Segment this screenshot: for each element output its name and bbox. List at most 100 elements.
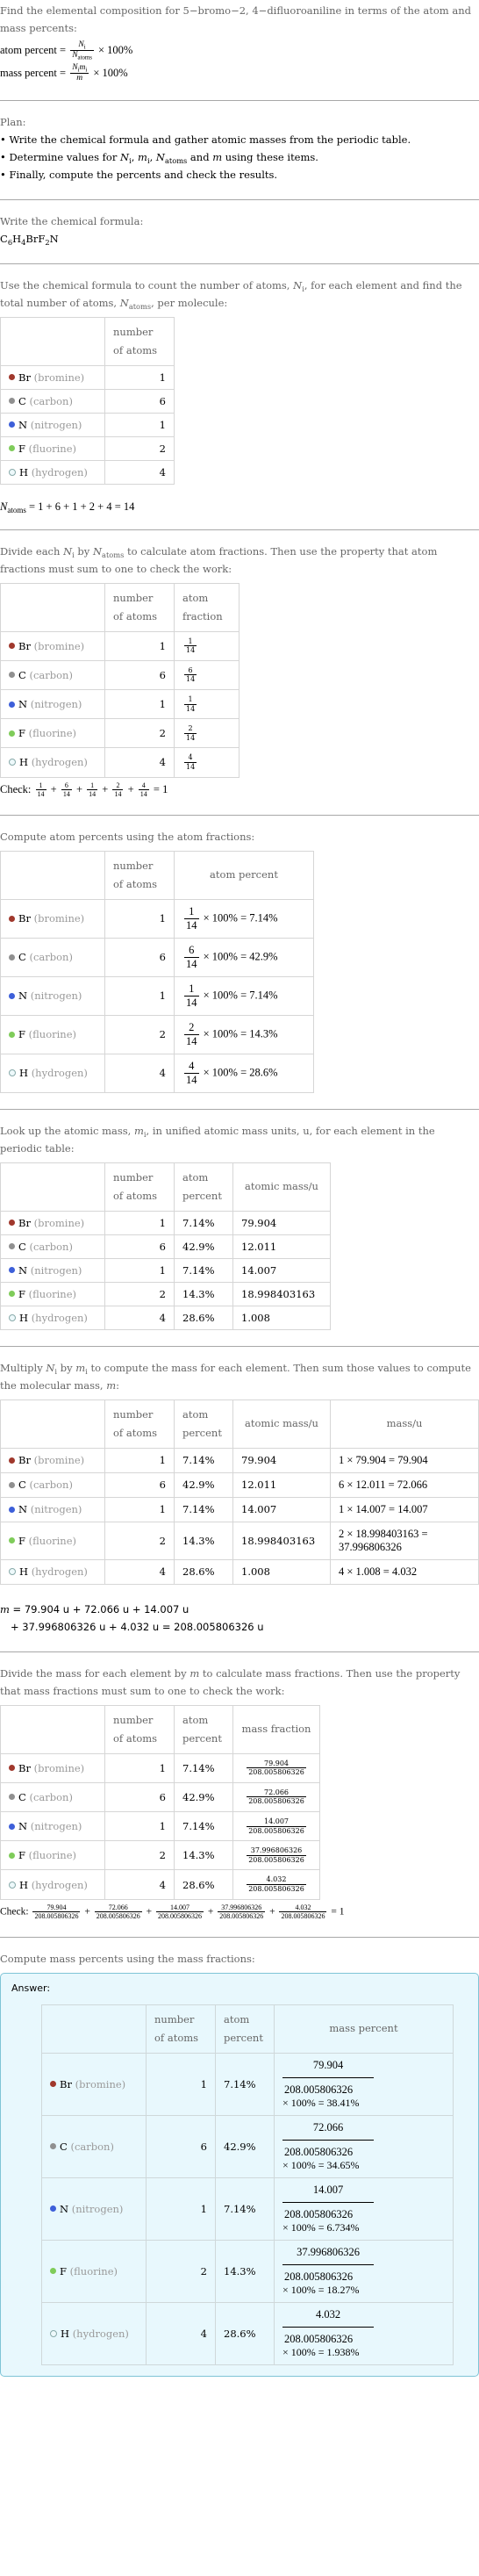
atom-fraction: 2 14 — [174, 718, 240, 749]
element-cell: Br (bromine) — [0, 1210, 105, 1235]
count-text: Use the chemical formula to count the nu… — [0, 278, 462, 311]
atom-count: 4 — [104, 459, 175, 485]
element-symbol: Br — [18, 1216, 31, 1229]
element-color-dot-icon — [9, 374, 15, 381]
element-symbol: C — [18, 951, 26, 964]
check-fraction: 6 14 — [61, 781, 72, 799]
atom-percent-value: 7.14% — [249, 989, 278, 1002]
element-color-dot-icon — [9, 759, 16, 766]
element-color-dot-icon — [9, 1313, 16, 1321]
element-symbol: F — [18, 1028, 25, 1041]
answer-label: Answer: — [11, 1982, 51, 1994]
answer-box: Answer: number of atoms atom percent mass … — [0, 1972, 479, 2377]
atom-percent: 14.3% — [174, 1840, 233, 1871]
atom-count: 1 — [104, 364, 175, 390]
element-cell: N (nitrogen) — [0, 975, 105, 1016]
atom-count: 1 — [104, 1257, 175, 1283]
element-symbol: Br — [18, 371, 31, 384]
element-symbol: N — [18, 698, 28, 711]
fractions-section: Divide each Ni by Natoms to calculate at… — [0, 530, 479, 816]
mass-fraction-value: 37.996806326 208.005806326 — [247, 1846, 306, 1864]
mass-fraction-table: number of atoms atom percent mass fraction… — [0, 1704, 320, 1900]
element-cell: H (hydrogen) — [0, 459, 105, 485]
element-cell: Br (bromine) — [0, 630, 105, 661]
element-symbol: C — [18, 1479, 26, 1492]
element-symbol: H — [19, 1311, 29, 1324]
atom-percent-table: number of atoms atom percent Br (bromine)… — [0, 850, 314, 1093]
atom-percent: 7.14% — [174, 1447, 233, 1473]
table-row: N (nitrogen) 1 7.14% 14.007 208.005806326 — [0, 1811, 320, 1842]
atom-percent: 42.9% — [215, 2114, 275, 2178]
element-name: (fluorine) — [28, 1534, 77, 1547]
molecular-mass-table: number of atoms atom percent atomic mass/u… — [0, 1399, 479, 1585]
element-symbol: F — [18, 1849, 25, 1862]
check-fraction: 1 14 — [35, 781, 46, 799]
element-symbol: N — [60, 2202, 69, 2215]
atom-percent-calc: 4 14 × 100% = 28.6% — [174, 1053, 314, 1093]
atom-percent: 7.14% — [215, 2177, 275, 2241]
table-row: H (hydrogen) 4 28.6% 1.008 — [0, 1305, 331, 1330]
element-cell: H (hydrogen) — [0, 1305, 105, 1330]
element-symbol: H — [19, 465, 29, 479]
element-cell: H (hydrogen) — [0, 1869, 105, 1900]
element-name: (carbon) — [29, 668, 73, 681]
table-row: C (carbon) 6 42.9% 72.066 208.005806326 — [0, 1781, 320, 1813]
check-fraction: 72.066 208.005806326 — [94, 1903, 142, 1921]
atomic-mass: 14.007 — [232, 1496, 331, 1522]
element-symbol: F — [60, 2264, 67, 2277]
element-cell: Br (bromine) — [0, 364, 105, 390]
atom-count: 6 — [104, 1234, 175, 1259]
table-row: N (nitrogen) 1 7.14% 14.007 208.005806326 × 1… — [41, 2177, 454, 2241]
table-row: C (carbon) 6 42.9% 72.066 208.005806326 × 100… — [41, 2114, 454, 2178]
element-cell: C (carbon) — [0, 1234, 105, 1259]
element-cell: F (fluorine) — [0, 718, 105, 749]
element-name: (hydrogen) — [31, 1565, 88, 1579]
element-cell: H (hydrogen) — [0, 1558, 105, 1585]
atomic-mass: 79.904 — [232, 1447, 331, 1473]
check-fraction: 14.007 208.005806326 — [155, 1903, 204, 1921]
formula-title: Write the chemical formula: — [0, 214, 144, 227]
mass-fraction-value: 14.007 208.005806326 — [282, 2184, 445, 2221]
count-table: number of atoms Br (bromine) 1 C (carbon) 6… — [0, 316, 175, 485]
element-cell: C (carbon) — [0, 937, 105, 977]
element-name: (fluorine) — [28, 1849, 77, 1862]
table-row: C (carbon) 6 6 14 — [0, 659, 240, 690]
element-color-dot-icon — [50, 2329, 57, 2337]
element-color-dot-icon — [9, 1506, 15, 1513]
table-row: N (nitrogen) 1 7.14% 14.007 — [0, 1257, 331, 1283]
table-row: N (nitrogen) 1 7.14% 14.007 1 × 14.007 = 14.… — [0, 1496, 479, 1522]
mass-fraction-value: 79.904 208.005806326 — [282, 2059, 445, 2097]
atom-percent-formula: atom percent = Ni Natoms × 100% — [0, 40, 133, 61]
element-color-dot-icon — [9, 1568, 16, 1576]
plan-section: Plan: • Write the chemical formula and g… — [0, 101, 479, 200]
element-cell: C (carbon) — [0, 388, 105, 414]
element-name: (fluorine) — [69, 2264, 118, 2277]
atomic-mass: 14.007 — [232, 1257, 331, 1283]
element-name: (bromine) — [33, 912, 85, 925]
atomic-mass: 18.998403163 — [232, 1281, 331, 1306]
atom-count: 6 — [104, 659, 175, 690]
element-color-dot-icon — [9, 730, 15, 737]
element-name: (carbon) — [29, 951, 73, 964]
atom-fraction-value: 2 14 — [184, 724, 197, 742]
atom-percent: 7.14% — [174, 1811, 233, 1842]
table-row: H (hydrogen) 4 4 14 × 100% = 28.6% — [0, 1053, 314, 1093]
table-row: H (hydrogen) 4 28.6% 1.008 4 × 1.008 = 4.032 — [0, 1558, 479, 1585]
element-symbol: C — [18, 668, 26, 681]
element-symbol: C — [18, 1790, 26, 1803]
atom-count: 2 — [104, 1521, 175, 1560]
element-symbol: C — [60, 2140, 68, 2153]
element-cell: F (fluorine) — [0, 1281, 105, 1306]
element-cell: Br (bromine) — [41, 2052, 147, 2116]
mass-fraction-value: 72.066 208.005806326 — [282, 2121, 445, 2159]
fractions-check: Check: 1 14 + 6 14 + 1 14 + 2 14 + 4 14 = 1 — [0, 781, 168, 799]
atom-count: 1 — [104, 412, 175, 437]
atom-count: 4 — [104, 747, 175, 778]
mass-fraction: 37.996806326 208.005806326 — [232, 1840, 320, 1871]
atomic-mass: 18.998403163 — [232, 1521, 331, 1560]
atom-count: 1 — [146, 2052, 216, 2116]
atom-count: 2 — [104, 1281, 175, 1306]
atom-count: 1 — [146, 2177, 216, 2241]
element-cell: F (fluorine) — [41, 2239, 147, 2303]
atom-percent-text: Compute atom percents using the atom fra… — [0, 830, 255, 843]
